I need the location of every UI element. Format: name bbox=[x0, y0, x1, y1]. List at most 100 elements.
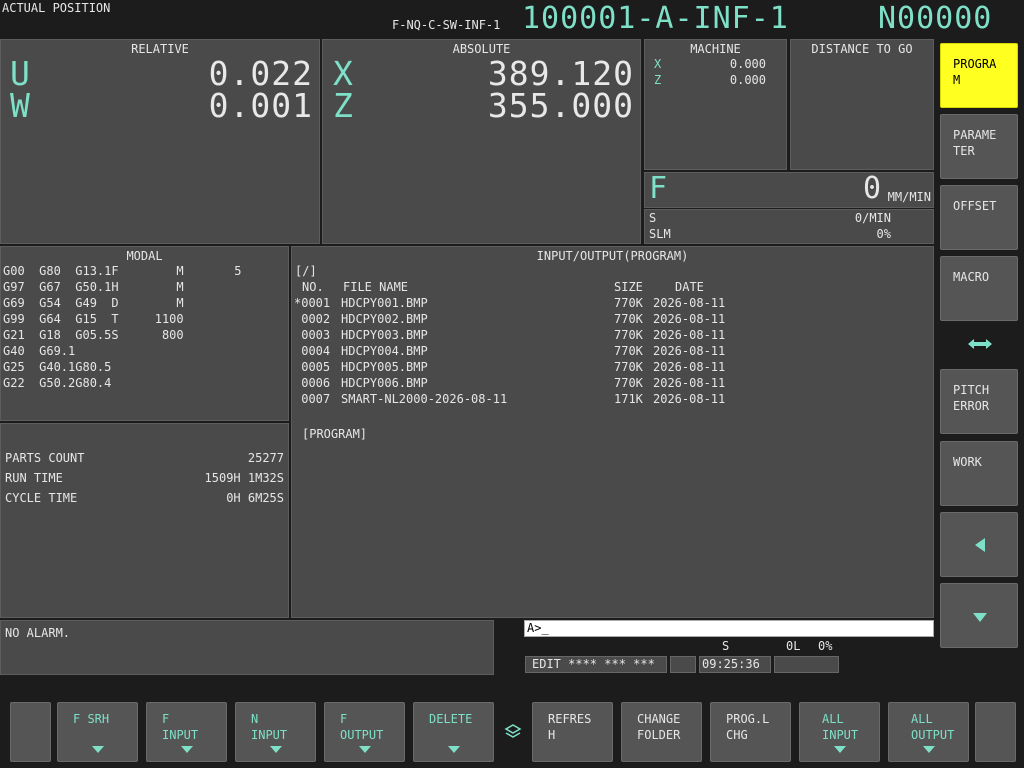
double-arrow-icon[interactable] bbox=[966, 337, 994, 351]
softkey-f-output[interactable]: F OUTPUT bbox=[324, 702, 405, 762]
softkey-n-input[interactable]: N INPUT bbox=[235, 702, 316, 762]
rkey-pitch-error[interactable]: PITCH ERROR bbox=[940, 369, 1018, 434]
softkey-label: PROG.L CHG bbox=[726, 712, 770, 742]
file-no: 0007 bbox=[294, 392, 331, 406]
spindle-value: 0/MIN bbox=[854, 211, 891, 225]
table-row[interactable]: 0003 HDCPY003.BMP 770K 2026-08-11 bbox=[294, 328, 914, 344]
relative-value-w: 0.001 bbox=[208, 86, 313, 125]
modal-row: G25 G40.1G80.5 bbox=[3, 360, 112, 374]
status-s-label: S bbox=[722, 639, 730, 653]
machine-axis-x: X bbox=[654, 57, 662, 71]
key-input-buffer[interactable]: A>_ bbox=[524, 620, 934, 637]
relative-axis-w: W bbox=[10, 86, 30, 125]
table-row[interactable]: 0002 HDCPY002.BMP 770K 2026-08-11 bbox=[294, 312, 914, 328]
stack-icon[interactable] bbox=[503, 722, 523, 742]
alarm-message: NO ALARM. bbox=[5, 626, 71, 640]
io-header-file: FILE NAME bbox=[343, 280, 409, 294]
softkey-change-folder[interactable]: CHANGE FOLDER bbox=[621, 702, 702, 762]
triangle-left-icon bbox=[975, 538, 985, 552]
file-name: HDCPY004.BMP bbox=[341, 344, 428, 358]
spindle-label: S bbox=[649, 211, 657, 225]
modal-row: G21 G18 G05.5S 800 bbox=[3, 328, 184, 342]
status-blank-box-2 bbox=[774, 656, 839, 673]
slm-value: 0% bbox=[876, 227, 891, 241]
table-row[interactable]: 0007 SMART-NL2000-2026-08-11 171K 2026-0… bbox=[294, 392, 914, 408]
chevron-down-icon bbox=[358, 746, 371, 753]
file-date: 2026-08-11 bbox=[653, 312, 726, 326]
status-l-value: 0L bbox=[786, 639, 801, 653]
cycle-time-label: CYCLE TIME bbox=[5, 491, 78, 505]
triangle-down-icon bbox=[973, 613, 987, 622]
mode-indicator: EDIT **** *** *** bbox=[525, 656, 667, 673]
run-time-value: 1509H 1M32S bbox=[204, 471, 284, 485]
io-header-no: NO. bbox=[302, 280, 324, 294]
softkey-all-input[interactable]: ALL INPUT bbox=[799, 702, 880, 762]
rkey-offset[interactable]: OFFSET bbox=[940, 185, 1018, 250]
file-size: 770K bbox=[614, 312, 643, 326]
modal-row: G22 G50.2G80.4 bbox=[3, 376, 112, 390]
rkey-program[interactable]: PROGRA M bbox=[940, 43, 1018, 108]
cycle-time-value: 0H 6M25S bbox=[226, 491, 284, 505]
feed-panel: F 0 MM/MIN bbox=[644, 171, 934, 208]
rkey-prev[interactable] bbox=[940, 512, 1018, 577]
chevron-down-icon bbox=[91, 746, 104, 753]
file-date: 2026-08-11 bbox=[653, 344, 726, 358]
chevron-down-icon bbox=[269, 746, 282, 753]
file-name: HDCPY005.BMP bbox=[341, 360, 428, 374]
distance-to-go-panel: DISTANCE TO GO bbox=[790, 39, 934, 170]
softkey-label: ALL INPUT bbox=[822, 712, 859, 742]
softkey-label: ALL OUTPUT bbox=[911, 712, 955, 742]
softkey-all-output[interactable]: ALL OUTPUT bbox=[888, 702, 969, 762]
alarm-panel: NO ALARM. bbox=[0, 620, 494, 675]
absolute-axis-z: Z bbox=[333, 86, 353, 125]
file-name: HDCPY006.BMP bbox=[341, 376, 428, 390]
machine-panel: MACHINE X 0.000 Z 0.000 bbox=[644, 39, 787, 170]
file-size: 770K bbox=[614, 328, 643, 342]
program-name: 100001-A-INF-1 bbox=[522, 1, 789, 36]
table-row[interactable]: *0001 HDCPY001.BMP 770K 2026-08-11 bbox=[294, 296, 914, 312]
status-blank-box bbox=[670, 656, 696, 673]
rkey-parameter[interactable]: PARAME TER bbox=[940, 114, 1018, 179]
chevron-down-icon bbox=[447, 746, 460, 753]
softkey-f-search[interactable]: F SRH bbox=[57, 702, 138, 762]
softkey-refresh[interactable]: REFRES H bbox=[532, 702, 613, 762]
softkey-left-return[interactable] bbox=[10, 702, 51, 762]
softkey-label: REFRES H bbox=[548, 712, 592, 742]
table-row[interactable]: 0004 HDCPY004.BMP 770K 2026-08-11 bbox=[294, 344, 914, 360]
machine-title: MACHINE bbox=[690, 42, 741, 56]
parts-count-value: 25277 bbox=[247, 451, 284, 465]
file-name: HDCPY002.BMP bbox=[341, 312, 428, 326]
machine-value-x: 0.000 bbox=[729, 57, 766, 71]
file-size: 770K bbox=[614, 344, 643, 358]
file-date: 2026-08-11 bbox=[653, 296, 726, 310]
feed-unit: MM/MIN bbox=[887, 190, 931, 204]
program-file-label: F-NQ-C-SW-INF-1 bbox=[392, 18, 501, 32]
softkey-right-continue[interactable] bbox=[975, 702, 1016, 762]
file-name: HDCPY003.BMP bbox=[341, 328, 428, 342]
file-no: *0001 bbox=[294, 296, 331, 310]
softkey-delete[interactable]: DELETE bbox=[413, 702, 494, 762]
file-no: 0004 bbox=[294, 344, 331, 358]
softkey-f-input[interactable]: F INPUT bbox=[146, 702, 227, 762]
table-row[interactable]: 0006 HDCPY006.BMP 770K 2026-08-11 bbox=[294, 376, 914, 392]
softkey-label: N INPUT bbox=[251, 712, 288, 742]
chevron-down-icon bbox=[833, 746, 846, 753]
absolute-panel: ABSOLUTE X 389.120 Z 355.000 bbox=[322, 39, 641, 244]
run-time-label: RUN TIME bbox=[5, 471, 63, 485]
rkey-macro[interactable]: MACRO bbox=[940, 256, 1018, 321]
feed-label: F bbox=[649, 171, 668, 206]
absolute-value-z: 355.000 bbox=[487, 86, 634, 125]
status-pct: 0% bbox=[818, 639, 833, 653]
table-row[interactable]: 0005 HDCPY005.BMP 770K 2026-08-11 bbox=[294, 360, 914, 376]
modal-row: G99 G64 G15 T 1100 bbox=[3, 312, 184, 326]
softkey-label: F OUTPUT bbox=[340, 712, 384, 742]
input-prompt: A>_ bbox=[527, 621, 549, 635]
modal-row: G69 G54 G49 D M bbox=[3, 296, 184, 310]
rkey-next[interactable] bbox=[940, 583, 1018, 648]
rkey-work[interactable]: WORK bbox=[940, 441, 1018, 506]
io-path: [/] bbox=[295, 264, 317, 278]
machine-axis-z: Z bbox=[654, 73, 662, 87]
rkey-label: OFFSET bbox=[953, 199, 997, 213]
spindle-panel: S 0/MIN SLM 0% bbox=[644, 209, 934, 244]
softkey-prog-list-change[interactable]: PROG.L CHG bbox=[710, 702, 791, 762]
